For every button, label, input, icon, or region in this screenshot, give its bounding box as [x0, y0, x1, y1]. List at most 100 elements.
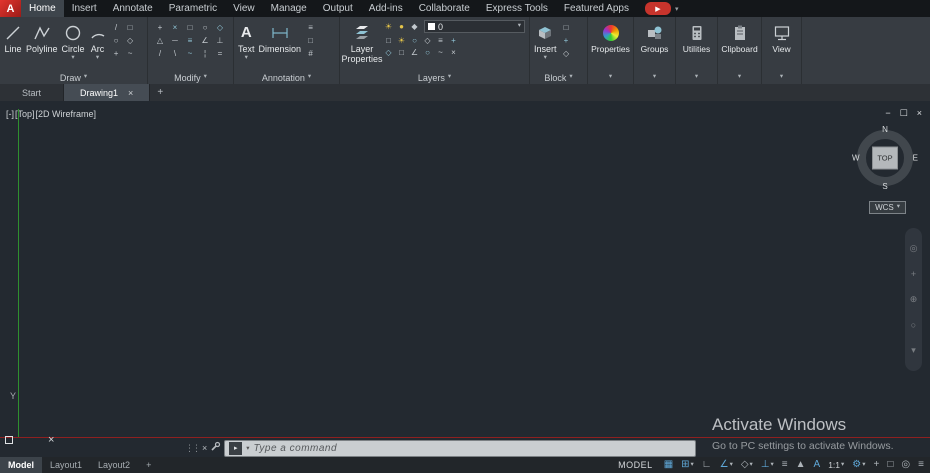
wcs-menu[interactable]: WCS ▾: [869, 201, 906, 214]
view-panel-label[interactable]: ▾: [762, 71, 801, 84]
draw-tool-icon[interactable]: /: [110, 21, 123, 33]
steering-wheel-icon[interactable]: ◎: [910, 243, 918, 254]
layer-tool-icon[interactable]: ×: [447, 46, 460, 58]
annotation-panel-label[interactable]: Annotation ▾: [234, 71, 339, 84]
object-snap-toggle[interactable]: ⊥ ▾: [757, 457, 778, 473]
modify-tool-icon[interactable]: ≡: [184, 34, 197, 46]
clipboard-panel-label[interactable]: ▾: [718, 71, 761, 84]
modify-tool-icon[interactable]: ¦: [199, 47, 212, 59]
close-icon[interactable]: ×: [917, 108, 922, 119]
file-tab-drawing1[interactable]: Drawing1 ×: [64, 84, 151, 101]
chevron-down-icon[interactable]: ▾: [911, 345, 916, 356]
close-icon[interactable]: ×: [128, 88, 133, 98]
insert-button[interactable]: Insert ▾: [532, 19, 559, 71]
block-panel-label[interactable]: Block ▾: [530, 71, 587, 84]
layer-tool-icon[interactable]: +: [447, 34, 460, 46]
draw-tool-icon[interactable]: ○: [110, 34, 123, 46]
tab-collaborate[interactable]: Collaborate: [411, 0, 478, 17]
viewport-menu-control[interactable]: [-]: [6, 109, 14, 119]
viewport-visual-style-control[interactable]: [2D Wireframe]: [36, 109, 97, 119]
modify-tool-icon[interactable]: □: [184, 21, 197, 33]
clipboard-button[interactable]: Clipboard: [719, 19, 759, 71]
media-button[interactable]: ▶: [644, 2, 671, 15]
lineweight-icon[interactable]: ≡: [782, 460, 788, 470]
restore-icon[interactable]: ☐: [900, 108, 908, 119]
tab-featured-apps[interactable]: Featured Apps: [556, 0, 637, 17]
viewcube-west[interactable]: W: [852, 154, 860, 163]
layer-tool-icon[interactable]: □: [395, 46, 408, 58]
viewcube[interactable]: N S W E TOP: [852, 125, 918, 191]
draw-panel-label[interactable]: Draw ▾: [0, 71, 147, 84]
polar-tracking-toggle[interactable]: ∠ ▾: [716, 457, 737, 473]
utilities-button[interactable]: Utilities: [681, 19, 712, 71]
close-icon[interactable]: ×: [202, 443, 207, 453]
polyline-button[interactable]: Polyline: [24, 19, 60, 71]
autoscale-icon[interactable]: A: [814, 460, 821, 470]
app-logo[interactable]: A: [0, 0, 21, 17]
pan-icon[interactable]: +: [911, 269, 916, 279]
navigation-bar[interactable]: ◎ + ⊕ ○ ▾: [905, 228, 922, 371]
zoom-icon[interactable]: ⊕: [910, 294, 918, 305]
draw-tool-icon[interactable]: ~: [124, 47, 137, 59]
line-button[interactable]: Line: [2, 19, 24, 71]
isolate-objects-icon[interactable]: ◎: [901, 460, 910, 470]
view-button[interactable]: View: [770, 19, 792, 71]
dimension-button[interactable]: Dimension: [257, 19, 304, 71]
layer-tool-icon[interactable]: □: [382, 34, 395, 46]
layer-thaw-icon[interactable]: ●: [395, 21, 408, 33]
tab-home[interactable]: Home: [21, 0, 64, 17]
customize-wrench-icon[interactable]: [210, 439, 221, 457]
modify-tool-icon[interactable]: ~: [184, 47, 197, 59]
groups-panel-label[interactable]: ▾: [634, 71, 675, 84]
layer-tool-icon[interactable]: ○: [408, 34, 421, 46]
viewcube-south[interactable]: S: [882, 182, 887, 191]
modify-tool-icon[interactable]: ×: [169, 21, 182, 33]
block-tool-icon[interactable]: ◇: [560, 47, 573, 59]
annotation-monitor-icon[interactable]: +: [874, 460, 880, 470]
layout2-tab[interactable]: Layout2: [90, 457, 138, 473]
tab-annotate[interactable]: Annotate: [105, 0, 161, 17]
layer-lock-icon[interactable]: ◆: [408, 21, 421, 33]
properties-button[interactable]: Properties: [589, 19, 632, 71]
layer-tool-icon[interactable]: ☀: [395, 34, 408, 46]
modify-tool-icon[interactable]: +: [154, 21, 167, 33]
grid-icon[interactable]: ▦: [664, 460, 673, 470]
properties-panel-label[interactable]: ▾: [588, 71, 633, 84]
utilities-panel-label[interactable]: ▾: [676, 71, 717, 84]
file-tab-start[interactable]: Start: [0, 84, 65, 101]
modify-tool-icon[interactable]: △: [154, 34, 167, 46]
drag-grip-icon[interactable]: ⋮⋮: [185, 443, 201, 454]
modify-tool-icon[interactable]: ○: [199, 21, 212, 33]
circle-button[interactable]: Circle ▾: [60, 19, 87, 71]
chevron-down-icon[interactable]: ▾: [518, 23, 521, 30]
isodraft-toggle[interactable]: ◇ ▾: [737, 457, 757, 473]
arc-button[interactable]: Arc ▾: [87, 19, 109, 71]
annotation-tool-icon[interactable]: ≡: [304, 21, 317, 33]
annotation-tool-icon[interactable]: #: [304, 47, 317, 59]
command-input[interactable]: ▸ ▾ Type a command: [224, 439, 697, 457]
modify-tool-icon[interactable]: /: [154, 47, 167, 59]
tab-parametric[interactable]: Parametric: [161, 0, 225, 17]
model-tab[interactable]: Model: [0, 457, 42, 473]
viewcube-north[interactable]: N: [882, 125, 888, 134]
customization-menu-icon[interactable]: ≡: [918, 460, 924, 470]
annotation-visibility-icon[interactable]: ▲: [796, 460, 806, 470]
tab-express-tools[interactable]: Express Tools: [478, 0, 556, 17]
modify-tool-icon[interactable]: \: [169, 47, 182, 59]
tab-insert[interactable]: Insert: [64, 0, 105, 17]
layer-color-swatch[interactable]: [428, 23, 435, 30]
layer-on-icon[interactable]: ☀: [382, 21, 395, 33]
minimize-icon[interactable]: −: [885, 108, 890, 119]
draw-tool-icon[interactable]: +: [110, 47, 123, 59]
layer-select[interactable]: 0 ▾: [424, 20, 525, 33]
annotation-scale-control[interactable]: 1:1 ▾: [824, 457, 848, 473]
model-space-label[interactable]: MODEL: [611, 460, 660, 470]
groups-button[interactable]: Groups: [639, 19, 671, 71]
modify-tool-icon[interactable]: ◇: [214, 21, 227, 33]
orbit-icon[interactable]: ○: [911, 320, 916, 330]
modify-panel-label[interactable]: Modify ▾: [148, 71, 233, 84]
layers-panel-label[interactable]: Layers ▾: [340, 71, 529, 84]
text-button[interactable]: A Text ▾: [236, 19, 257, 71]
modify-tool-icon[interactable]: ─: [169, 34, 182, 46]
layout1-tab[interactable]: Layout1: [42, 457, 90, 473]
